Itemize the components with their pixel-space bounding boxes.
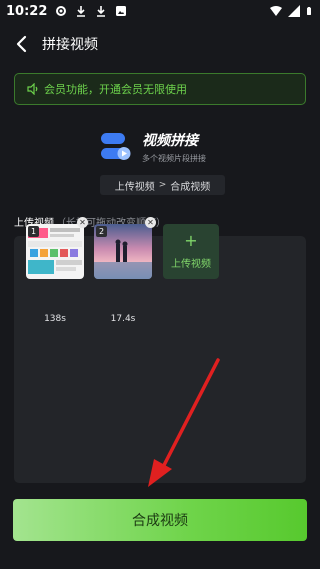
back-arrow-icon[interactable] [14,33,30,55]
clip-1-index: 1 [28,226,39,237]
step-breadcrumb: 上传视频 > 合成视频 [100,175,225,195]
video-merge-icon [101,133,131,160]
feature-title: 视频拼接 [142,133,198,149]
step-upload: 上传视频 [114,181,155,193]
clip-thumbnail-1[interactable]: 1 [26,224,84,279]
battery-icon [307,7,311,15]
wifi-icon [270,6,282,16]
status-time: 10:22 [6,3,48,19]
step-compose: 合成视频 [170,181,211,193]
step-separator: > [158,180,167,190]
download-icon [77,6,86,17]
compose-video-button[interactable]: 合成视频 [13,499,307,541]
remove-clip-2-button[interactable]: ✕ [145,217,156,228]
status-bar: 10:22 [0,0,320,22]
feature-subtitle: 多个视频片段拼接 [142,154,206,163]
red-annotation-arrow [148,358,220,487]
clip-1-duration: 138s [44,314,66,324]
plus-icon: + [184,231,198,250]
speaker-icon [27,83,38,95]
page-title: 拼接视频 [42,37,98,53]
signal-icon [288,5,300,17]
download-icon-2 [97,6,106,17]
clip-2-duration: 17.4s [110,314,136,324]
compose-video-label: 合成视频 [132,513,188,529]
remove-clip-1-button[interactable]: ✕ [77,217,88,228]
feature-header: 视频拼接 多个视频片段拼接 [100,130,206,164]
membership-notice[interactable]: 会员功能，开通会员无限使用 [14,73,306,105]
clip-2-index: 2 [96,226,107,237]
image-notification-icon [116,6,127,16]
clip-thumbnail-2[interactable]: 2 [94,224,152,279]
app-bar: 拼接视频 [0,30,320,58]
notice-text: 会员功能，开通会员无限使用 [44,83,187,96]
add-video-button[interactable]: + 上传视频 [163,224,219,279]
add-video-label: 上传视频 [171,259,211,270]
settings-gear-icon [56,6,67,16]
